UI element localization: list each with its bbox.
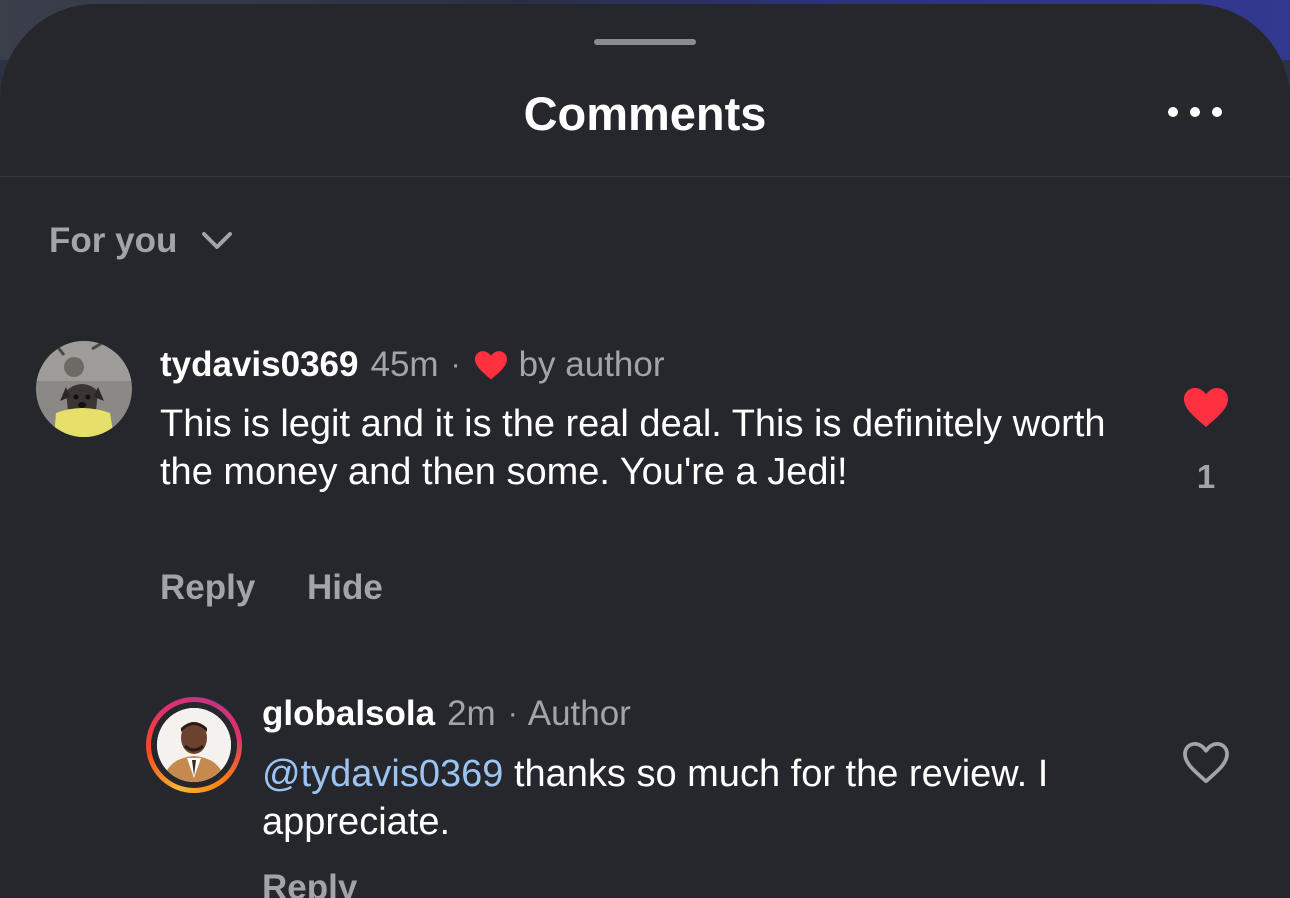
heart-filled-icon [1184, 388, 1228, 427]
sheet-grabber[interactable] [594, 39, 696, 45]
page-title: Comments [523, 87, 767, 140]
comment-username[interactable]: tydavis0369 [160, 345, 358, 385]
meta-separator: · [450, 348, 461, 381]
like-button[interactable] [1182, 385, 1230, 434]
avatar [157, 708, 231, 782]
liked-by-author-label: by author [518, 345, 665, 384]
comment-text: This is legit and it is the real deal. T… [160, 403, 1106, 493]
avatar[interactable] [36, 341, 132, 437]
hide-button[interactable]: Hide [307, 568, 383, 608]
reply-text: @tydavis0369 thanks so much for the revi… [262, 750, 1122, 846]
comments-sheet: Comments For you tydavis0369 45m · by au… [0, 4, 1290, 898]
author-label: Author [527, 694, 631, 733]
comment-time: 45m [370, 345, 439, 384]
reply-button[interactable]: Reply [160, 568, 255, 608]
chevron-down-icon [202, 232, 233, 249]
reply-username[interactable]: globalsola [262, 694, 435, 734]
meta-separator: · [507, 697, 518, 730]
reply-time: 2m [447, 694, 496, 733]
more-options-icon[interactable] [1168, 100, 1222, 124]
mention-link[interactable]: @tydavis0369 [262, 753, 503, 795]
story-avatar[interactable] [146, 697, 242, 793]
reply-button[interactable]: Reply [262, 868, 357, 898]
heart-filled-icon [473, 349, 509, 381]
heart-outline-icon [1183, 742, 1229, 784]
comment-meta: tydavis0369 45m · by author [160, 339, 665, 391]
sort-label: For you [49, 221, 178, 260]
sort-dropdown[interactable]: For you [49, 218, 233, 264]
like-button[interactable] [1181, 739, 1231, 790]
like-count: 1 [1196, 458, 1216, 495]
header-divider [0, 176, 1290, 177]
reply-meta: globalsola 2m · Author [262, 688, 631, 740]
